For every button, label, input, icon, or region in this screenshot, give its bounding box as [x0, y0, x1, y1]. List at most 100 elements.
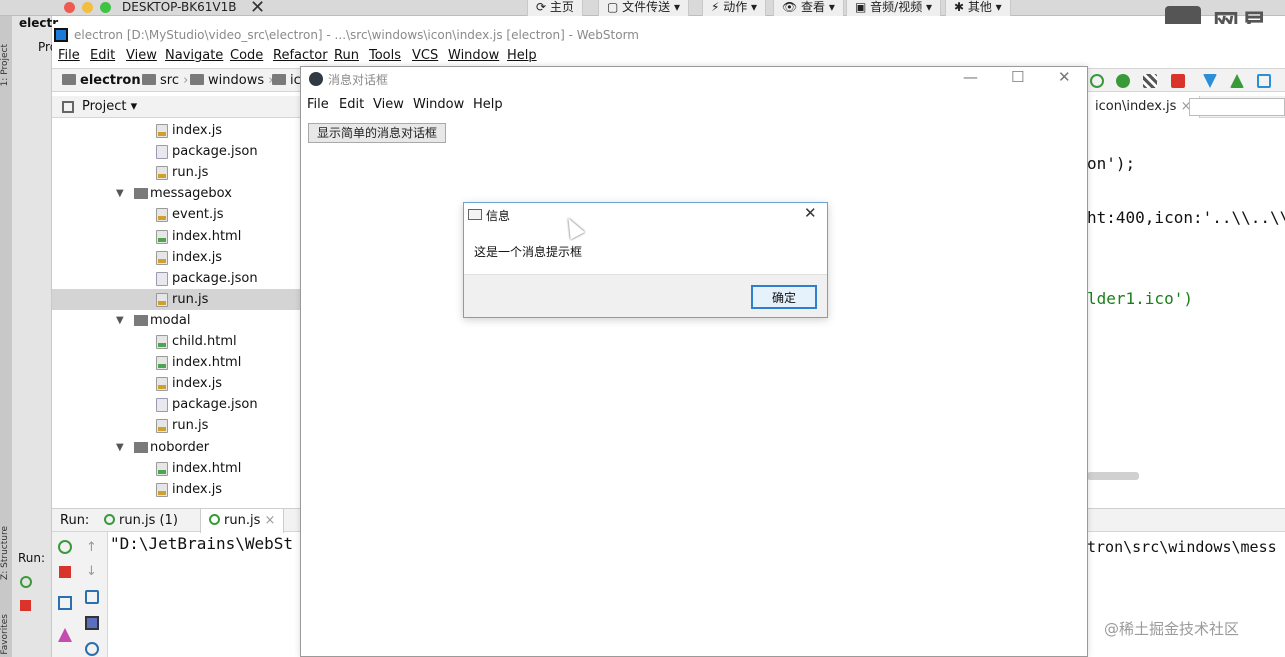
menu-navigate[interactable]: Navigate: [165, 48, 223, 63]
app-menu-edit[interactable]: Edit: [339, 97, 364, 112]
editor-tab-icon-index-js[interactable]: icon\index.js ×: [1087, 96, 1201, 118]
rd-other-button[interactable]: ✱ 其他 ▾: [945, 0, 1011, 16]
editor-search-field[interactable]: [1189, 98, 1285, 116]
outer-rerun-icon[interactable]: [20, 576, 32, 588]
breadcrumb-electron[interactable]: electron ›: [62, 73, 151, 88]
app-menu-window[interactable]: Window: [413, 97, 464, 112]
run-tab-run-js-1[interactable]: run.js (1): [96, 509, 186, 533]
tree-item-label: index.html: [172, 355, 242, 371]
code-editor[interactable]: on'); ht:400,icon:'..\\..\\ lder1.ico'): [1087, 118, 1285, 506]
ok-button[interactable]: 确定: [751, 285, 817, 309]
menu-run[interactable]: Run: [334, 48, 359, 63]
rd-actions-button[interactable]: ⚡ 动作 ▾: [702, 0, 767, 16]
menu-edit[interactable]: Edit: [90, 48, 115, 63]
breadcrumb-icon[interactable]: ic: [272, 73, 301, 88]
vcs-history-icon[interactable]: [1257, 74, 1271, 88]
menu-code[interactable]: Code: [230, 48, 263, 63]
project-view-selector[interactable]: Project ▾: [82, 99, 137, 114]
tree-file-row[interactable]: event.js: [52, 204, 300, 225]
menu-window[interactable]: Window: [448, 48, 499, 63]
tree-folder-modal[interactable]: ▼ modal: [52, 310, 300, 331]
scroll-down-icon[interactable]: ↓: [86, 564, 100, 579]
stop-icon[interactable]: [59, 566, 71, 578]
menu-tools[interactable]: Tools: [369, 48, 401, 63]
stop-icon[interactable]: [1171, 74, 1185, 88]
pin-icon[interactable]: [58, 628, 72, 642]
side-tab-project[interactable]: 1: Project: [0, 44, 10, 86]
outer-run-label: Run:: [18, 551, 46, 565]
rd-home-button[interactable]: ⟳ 主页: [527, 0, 583, 16]
rerun-icon[interactable]: [1090, 74, 1104, 88]
tree-file-row[interactable]: index.html: [52, 226, 300, 247]
folder-icon: [134, 441, 148, 453]
menu-view[interactable]: View: [126, 48, 157, 63]
tree-file-row[interactable]: run.js: [52, 162, 300, 183]
project-panel-header[interactable]: Project ▾: [52, 96, 300, 118]
minimize-dot-icon[interactable]: [82, 2, 93, 13]
tree-file-row[interactable]: index.js: [52, 247, 300, 268]
tree-file-row[interactable]: index.js: [52, 120, 300, 141]
outer-stop-icon[interactable]: [20, 600, 31, 611]
coverage-icon[interactable]: [1143, 74, 1157, 88]
close-icon[interactable]: ✕: [1058, 68, 1071, 86]
tree-folder-messagebox[interactable]: ▼ messagebox: [52, 183, 300, 204]
settings-icon[interactable]: [85, 642, 99, 656]
side-tab-structure[interactable]: Z: Structure: [0, 526, 10, 580]
webstorm-window-title: electron [D:\MyStudio\video_src\electron…: [74, 28, 639, 42]
js-file-icon: [156, 419, 168, 434]
tree-file-row[interactable]: index.js: [52, 479, 300, 500]
app-menu-file[interactable]: File: [307, 97, 329, 112]
run-tab-run-js[interactable]: run.js ×: [200, 509, 285, 533]
node-icon: [209, 514, 220, 525]
expand-arrow-icon[interactable]: ▼: [116, 310, 124, 331]
remote-host-name: DESKTOP-BK61V1B: [122, 0, 237, 14]
menu-file[interactable]: File: [58, 48, 80, 63]
webstorm-app-icon: [54, 28, 68, 42]
dialog-close-icon[interactable]: ✕: [804, 204, 817, 222]
tree-file-row[interactable]: package.json: [52, 141, 300, 162]
tab-close-icon[interactable]: ×: [264, 513, 275, 528]
dump-threads-icon[interactable]: [58, 596, 72, 610]
tree-folder-noborder[interactable]: ▼ noborder: [52, 437, 300, 458]
scroll-up-icon[interactable]: ↑: [86, 540, 100, 555]
debug-icon[interactable]: [1116, 74, 1130, 88]
app-title-bar: 消息对话框 — ☐ ✕: [301, 67, 1087, 93]
menu-vcs[interactable]: VCS: [412, 48, 438, 63]
folder-icon: [134, 314, 148, 326]
editor-horizontal-scrollbar[interactable]: [1087, 472, 1139, 480]
tree-file-row[interactable]: package.json: [52, 268, 300, 289]
side-tab-favorites[interactable]: Favorites: [0, 614, 10, 655]
show-message-dialog-button[interactable]: 显示简单的消息对话框: [308, 123, 447, 143]
minimize-icon[interactable]: —: [963, 68, 978, 86]
folder-icon: [62, 74, 76, 85]
zoom-dot-icon[interactable]: [100, 2, 111, 13]
close-dot-icon[interactable]: [64, 2, 75, 13]
print-icon[interactable]: [85, 616, 99, 630]
remote-close-icon[interactable]: ✕: [250, 0, 265, 18]
soft-wrap-icon[interactable]: [85, 590, 99, 604]
maximize-icon[interactable]: ☐: [1011, 68, 1024, 86]
menu-refactor[interactable]: Refactor: [273, 48, 328, 63]
expand-arrow-icon[interactable]: ▼: [116, 437, 124, 458]
app-menu-help[interactable]: Help: [473, 97, 503, 112]
rd-file-transfer-button[interactable]: ▢ 文件传送 ▾: [598, 0, 689, 16]
js-file-icon: [156, 482, 168, 497]
tree-file-row[interactable]: package.json: [52, 394, 300, 415]
breadcrumb-src[interactable]: src ›: [142, 73, 188, 88]
tree-file-row[interactable]: child.html: [52, 331, 300, 352]
rd-audio-video-button[interactable]: ▣ 音频/视频 ▾: [846, 0, 942, 16]
breadcrumb-windows[interactable]: windows ›: [190, 73, 273, 88]
tree-file-row[interactable]: index.html: [52, 458, 300, 479]
tree-file-row[interactable]: run.js: [52, 288, 300, 310]
outer-tool-strip: 1: Project Z: Structure Favorites: [0, 16, 12, 657]
rerun-icon[interactable]: [58, 540, 72, 554]
app-menu-view[interactable]: View: [373, 97, 404, 112]
tree-file-row[interactable]: index.html: [52, 352, 300, 373]
tree-item-label: index.js: [172, 481, 223, 497]
menu-help[interactable]: Help: [507, 48, 537, 63]
tree-file-row[interactable]: run.js: [52, 415, 300, 436]
tree-item-label: run.js: [172, 291, 209, 307]
expand-arrow-icon[interactable]: ▼: [116, 183, 124, 204]
tree-file-row[interactable]: index.js: [52, 373, 300, 394]
rd-view-button[interactable]: 👁 查看 ▾: [773, 0, 844, 16]
